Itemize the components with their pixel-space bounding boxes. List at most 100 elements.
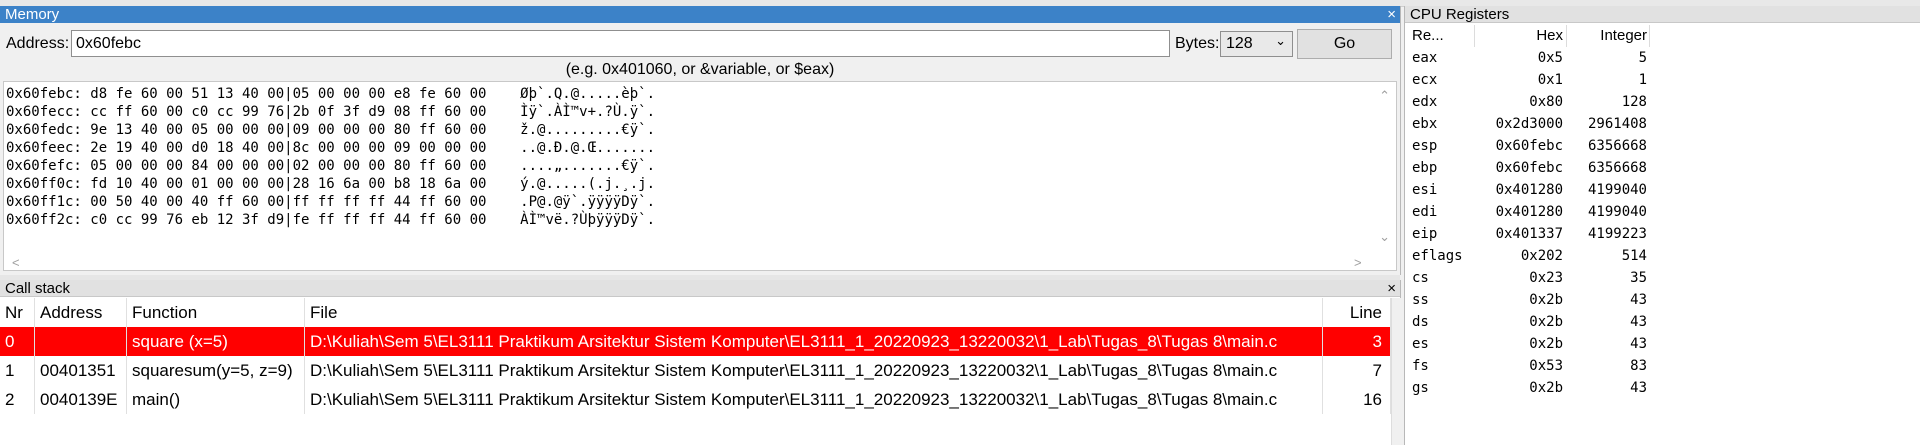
- register-name: edx: [1412, 94, 1438, 110]
- frame-nr: 0: [0, 327, 35, 356]
- frame-function: square (x=5): [127, 327, 305, 356]
- register-hex: 0x23: [1529, 270, 1563, 286]
- register-name: esp: [1412, 138, 1438, 154]
- memory-dump-line: 0x60feec: 2e 19 40 00 d0 18 40 00|8c 00 …: [6, 140, 656, 156]
- callstack-table: Nr Address Function File Line 0 square (…: [0, 298, 1391, 414]
- memory-dump-line: 0x60fefc: 05 00 00 00 84 00 00 00|02 00 …: [6, 158, 656, 174]
- memory-dump-line: 0x60ff2c: c0 cc 99 76 eb 12 3f d9|fe ff …: [6, 212, 656, 228]
- register-name: ss: [1412, 292, 1429, 308]
- callstack-scrollbar[interactable]: [1391, 298, 1401, 445]
- register-name: cs: [1412, 270, 1429, 286]
- callstack-panel: Call stack × Nr Address Function File Li…: [0, 280, 1401, 445]
- register-int: 43: [1630, 314, 1647, 330]
- chevron-down-icon: ⌄: [1275, 33, 1286, 48]
- register-int: 43: [1630, 380, 1647, 396]
- register-name: eip: [1412, 226, 1438, 242]
- frame-file: D:\Kuliah\Sem 5\EL3111 Praktikum Arsitek…: [305, 327, 1323, 356]
- register-name: gs: [1412, 380, 1429, 396]
- frame-address: 00401351: [35, 356, 127, 385]
- scroll-down-icon[interactable]: ⌄: [1379, 229, 1390, 245]
- callstack-row[interactable]: 1 00401351 squaresum(y=5, z=9) D:\Kuliah…: [0, 356, 1391, 385]
- register-name: ecx: [1412, 72, 1438, 88]
- frame-line: 3: [1323, 327, 1391, 356]
- frame-function: squaresum(y=5, z=9): [127, 356, 305, 385]
- column-header-address[interactable]: Address: [35, 298, 127, 327]
- frame-nr: 1: [0, 356, 35, 385]
- register-int: 128: [1621, 94, 1647, 110]
- register-name: fs: [1412, 358, 1429, 374]
- register-hex: 0x401280: [1495, 204, 1563, 220]
- column-header-file[interactable]: File: [305, 298, 1323, 327]
- scroll-up-icon[interactable]: ⌃: [1379, 88, 1390, 104]
- callstack-row[interactable]: 2 0040139E main() D:\Kuliah\Sem 5\EL3111…: [0, 385, 1391, 414]
- register-int: 43: [1630, 292, 1647, 308]
- memory-panel: Memory × Address: Bytes: 128 ⌄ Go (e.g. …: [0, 6, 1401, 275]
- register-int: 43: [1630, 336, 1647, 352]
- column-header-nr[interactable]: Nr: [0, 298, 35, 327]
- memory-dump-lines: 0x60febc: d8 fe 60 00 51 13 40 00|05 00 …: [6, 85, 655, 229]
- memory-dump-line: 0x60fecc: cc ff 60 00 c0 cc 99 76|2b 0f …: [6, 104, 656, 120]
- cpu-registers-panel: CPU Registers Re... Hex Integer eax 0x5 5 e…: [1404, 6, 1920, 445]
- address-input[interactable]: [71, 30, 1170, 57]
- column-header-line[interactable]: Line: [1323, 298, 1391, 327]
- register-hex: 0x1: [1537, 72, 1563, 88]
- cpu-registers-title-bar: CPU Registers: [1405, 6, 1920, 23]
- memory-dump-line: 0x60ff1c: 00 50 40 00 40 ff 60 00|ff ff …: [6, 194, 656, 210]
- memory-dump-line: 0x60ff0c: fd 10 40 00 01 00 00 00|28 16 …: [6, 176, 656, 192]
- column-header-function[interactable]: Function: [127, 298, 305, 327]
- frame-nr: 2: [0, 385, 35, 414]
- scroll-right-icon[interactable]: >: [1354, 255, 1362, 270]
- frame-function: main(): [127, 385, 305, 414]
- register-hex: 0x401280: [1495, 182, 1563, 198]
- memory-close-icon[interactable]: ×: [1387, 6, 1396, 23]
- register-hex: 0x2b: [1529, 336, 1563, 352]
- frame-address: [35, 327, 127, 356]
- callstack-header-row: Nr Address Function File Line: [0, 298, 1391, 327]
- address-hint: (e.g. 0x401060, or &variable, or $eax): [565, 61, 835, 78]
- memory-dump-view[interactable]: 0x60febc: d8 fe 60 00 51 13 40 00|05 00 …: [3, 81, 1397, 271]
- address-label: Address:: [6, 35, 70, 52]
- cpu-registers-title: CPU Registers: [1410, 6, 1510, 23]
- register-hex: 0x5: [1537, 50, 1563, 66]
- register-int: 4199040: [1587, 204, 1647, 220]
- column-header-hex[interactable]: Hex: [1475, 25, 1563, 47]
- register-hex: 0x2b: [1529, 314, 1563, 330]
- register-int: 5: [1638, 50, 1647, 66]
- callstack-row[interactable]: 0 square (x=5) D:\Kuliah\Sem 5\EL3111 Pr…: [0, 327, 1391, 356]
- register-hex: 0x80: [1529, 94, 1563, 110]
- bytes-select-value: 128: [1226, 35, 1253, 52]
- memory-dump-line: 0x60fedc: 9e 13 40 00 05 00 00 00|09 00 …: [6, 122, 656, 138]
- go-button[interactable]: Go: [1297, 29, 1392, 59]
- register-hex: 0x53: [1529, 358, 1563, 374]
- register-int: 2961408: [1587, 116, 1647, 132]
- register-int: 83: [1630, 358, 1647, 374]
- register-hex: 0x60febc: [1495, 160, 1563, 176]
- memory-title-bar: Memory ×: [0, 6, 1400, 23]
- register-int: 4199223: [1587, 226, 1647, 242]
- register-hex: 0x2d3000: [1495, 116, 1563, 132]
- memory-dump-line: 0x60febc: d8 fe 60 00 51 13 40 00|05 00 …: [6, 86, 656, 102]
- register-hex: 0x60febc: [1495, 138, 1563, 154]
- scroll-left-icon[interactable]: <: [12, 255, 20, 270]
- register-hex: 0x2b: [1529, 380, 1563, 396]
- register-int: 514: [1621, 248, 1647, 264]
- callstack-title-bar: Call stack ×: [0, 280, 1400, 297]
- frame-address: 0040139E: [35, 385, 127, 414]
- frame-line: 7: [1323, 356, 1391, 385]
- register-hex: 0x2b: [1529, 292, 1563, 308]
- memory-title: Memory: [5, 6, 60, 23]
- column-header-integer[interactable]: Integer: [1567, 25, 1647, 47]
- register-hex: 0x202: [1520, 248, 1563, 264]
- register-int: 1: [1638, 72, 1647, 88]
- register-name: ds: [1412, 314, 1429, 330]
- bytes-select[interactable]: 128 ⌄: [1220, 31, 1293, 57]
- register-name: es: [1412, 336, 1429, 352]
- column-divider[interactable]: [1649, 25, 1650, 47]
- register-name: eax: [1412, 50, 1438, 66]
- frame-line: 16: [1323, 385, 1391, 414]
- register-int: 35: [1630, 270, 1647, 286]
- register-int: 6356668: [1587, 160, 1647, 176]
- column-header-register[interactable]: Re...: [1412, 25, 1472, 47]
- register-name: edi: [1412, 204, 1438, 220]
- callstack-close-icon[interactable]: ×: [1387, 280, 1396, 297]
